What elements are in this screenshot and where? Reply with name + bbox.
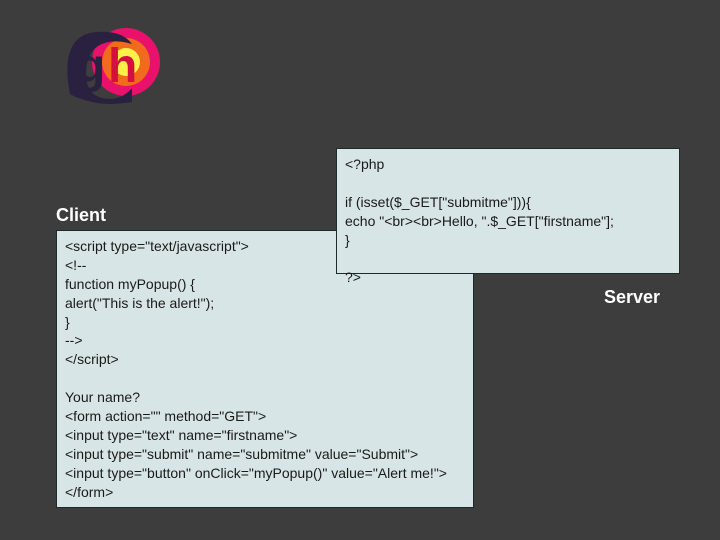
client-label: Client bbox=[56, 205, 106, 226]
server-label: Server bbox=[604, 287, 660, 308]
svg-text:g: g bbox=[76, 40, 105, 93]
server-code-box: <?php if (isset($_GET["submitme"])){ ech… bbox=[336, 148, 680, 274]
svg-text:h: h bbox=[108, 40, 137, 93]
brand-logo: g h bbox=[62, 24, 166, 104]
gh-logo-icon: g h bbox=[62, 24, 166, 104]
